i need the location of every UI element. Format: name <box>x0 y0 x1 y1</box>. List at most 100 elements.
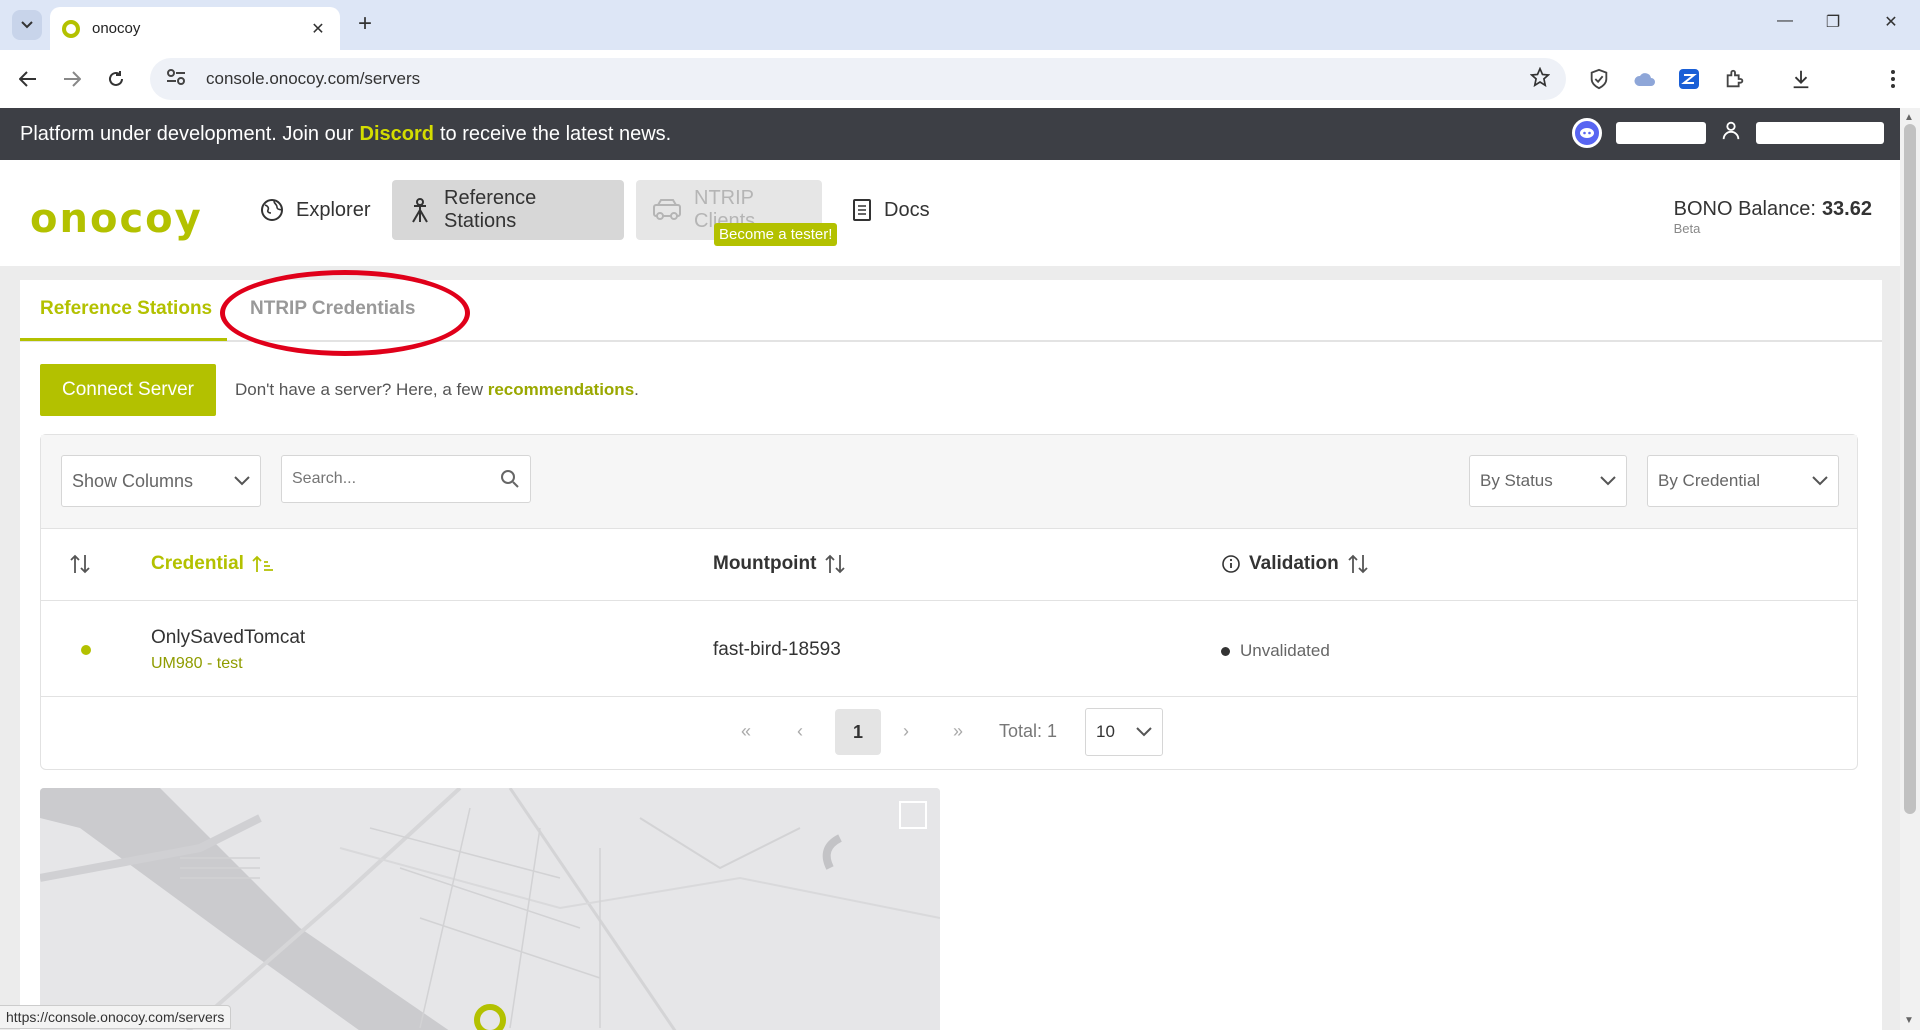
tab-title: onocoy <box>92 20 141 37</box>
browser-tabstrip: onocoy ✕ + — ❐ ✕ <box>0 0 1920 50</box>
search-icon[interactable] <box>500 469 520 489</box>
dev-banner: Platform under development. Join our Dis… <box>0 108 1900 160</box>
discord-avatar-icon[interactable] <box>1572 118 1602 148</box>
column-validation[interactable]: Validation <box>1221 553 1369 575</box>
scroll-down-icon[interactable]: ▼ <box>1904 1015 1914 1026</box>
page-size-value: 10 <box>1096 722 1115 741</box>
tab-reference-stations[interactable]: Reference Stations <box>40 298 212 320</box>
download-icon[interactable] <box>1788 66 1814 92</box>
active-tab-indicator <box>20 338 227 341</box>
banner-text-after: to receive the latest news. <box>439 122 672 145</box>
prev-page-button[interactable]: ‹ <box>797 721 803 742</box>
recommendations-link[interactable]: recommendations <box>488 380 634 399</box>
column-credential[interactable]: Credential <box>151 553 274 575</box>
by-status-label: By Status <box>1480 471 1553 490</box>
show-columns-label: Show Columns <box>72 470 194 491</box>
sort-ascending-icon <box>252 555 273 572</box>
credential-name: OnlySavedTomcat <box>151 627 306 648</box>
by-credential-label: By Credential <box>1658 471 1761 490</box>
by-status-select[interactable]: By Status <box>1469 455 1627 507</box>
cloud-extension-icon[interactable] <box>1632 66 1658 92</box>
pagination: « ‹ 1 › » Total: 1 10 <box>41 697 1857 769</box>
url-text: console.onocoy.com/servers <box>206 69 421 88</box>
show-columns-select[interactable]: Show Columns <box>61 455 261 507</box>
nav-docs-label: Docs <box>884 198 930 221</box>
column-credential-label: Credential <box>151 553 244 574</box>
document-icon <box>852 199 872 221</box>
onocoy-logo[interactable]: onocoy <box>30 196 203 242</box>
chevron-down-icon <box>1812 476 1828 486</box>
nav-reference-stations-label: Reference Stations <box>444 187 537 232</box>
chevron-down-icon <box>21 21 33 29</box>
hint-end: . <box>634 380 639 399</box>
reload-icon <box>109 71 123 86</box>
map-tiles <box>40 788 940 1030</box>
hint-text: Don't have a server? Here, a few <box>235 380 483 399</box>
connect-server-button[interactable]: Connect Server <box>40 364 216 416</box>
blue-extension-icon[interactable] <box>1676 66 1702 92</box>
puzzle-extensions-icon[interactable] <box>1722 66 1748 92</box>
stations-map[interactable] <box>40 788 940 1030</box>
arrow-right-icon <box>64 71 81 87</box>
window-close-icon[interactable]: ✕ <box>1876 12 1906 32</box>
globe-icon <box>260 198 284 222</box>
page: Platform under development. Join our Dis… <box>0 108 1900 1030</box>
page-size-select[interactable]: 10 <box>1085 708 1163 756</box>
restore-icon[interactable]: ❐ <box>1818 12 1848 32</box>
redacted-username <box>1756 122 1884 144</box>
online-status-dot <box>81 645 91 655</box>
back-button[interactable] <box>12 63 44 95</box>
browser-toolbar: console.onocoy.com/servers <box>0 50 1920 108</box>
credential-subtitle: UM980 - test <box>151 655 243 672</box>
chevron-down-icon <box>234 476 250 486</box>
status-sort-icon[interactable] <box>69 553 91 575</box>
info-icon[interactable] <box>1221 554 1241 574</box>
first-page-button[interactable]: « <box>741 721 751 742</box>
minimize-icon[interactable]: — <box>1770 12 1800 30</box>
table-row[interactable]: OnlySavedTomcat UM980 - test fast-bird-1… <box>41 601 1857 697</box>
discord-link[interactable]: Discord <box>360 123 434 146</box>
app-header: onocoy Explorer Reference Stations NTRIP… <box>0 160 1900 266</box>
next-page-button[interactable]: › <box>903 721 909 742</box>
forward-button[interactable] <box>56 63 88 95</box>
validation-status: Unvalidated <box>1221 641 1330 661</box>
vehicle-icon <box>652 198 682 222</box>
servers-table: Show Columns By Status By Credential <box>40 434 1858 770</box>
become-tester-badge[interactable]: Become a tester! <box>714 223 838 246</box>
status-bar-url: https://console.onocoy.com/servers <box>0 1005 232 1029</box>
chevron-down-icon <box>1136 727 1152 737</box>
shield-extension-icon[interactable] <box>1586 66 1612 92</box>
onocoy-favicon-icon <box>62 19 80 38</box>
site-settings-icon[interactable] <box>166 68 190 90</box>
banner-account-area <box>1572 118 1884 148</box>
nav-explorer-label: Explorer <box>296 198 371 221</box>
nav-docs[interactable]: Docs <box>836 180 946 240</box>
search-input[interactable] <box>292 470 500 488</box>
balance-beta-note: Beta <box>1673 221 1701 236</box>
close-icon[interactable]: ✕ <box>308 19 328 39</box>
last-page-button[interactable]: » <box>953 721 963 742</box>
page-1-button[interactable]: 1 <box>835 709 881 755</box>
mountpoint-value: fast-bird-18593 <box>713 639 841 660</box>
column-mountpoint[interactable]: Mountpoint <box>713 553 846 575</box>
column-mountpoint-label: Mountpoint <box>713 553 817 574</box>
search-box[interactable] <box>281 455 531 503</box>
filter-bar: Show Columns By Status By Credential <box>41 435 1857 529</box>
by-credential-select[interactable]: By Credential <box>1647 455 1839 507</box>
bookmark-star-icon[interactable] <box>1529 66 1551 92</box>
validation-dot <box>1221 646 1230 656</box>
tab-search-button[interactable] <box>12 10 42 40</box>
reload-button[interactable] <box>100 63 132 95</box>
new-tab-button[interactable]: + <box>352 12 378 38</box>
page-scrollbar[interactable]: ▲ ▼ <box>1900 108 1920 1030</box>
tab-ntrip-credentials[interactable]: NTRIP Credentials <box>250 298 415 320</box>
banner-text-before: Platform under development. Join our <box>20 122 354 145</box>
nav-reference-stations[interactable]: Reference Stations <box>392 180 624 240</box>
scrollbar-thumb[interactable] <box>1904 124 1916 814</box>
user-icon[interactable] <box>1720 119 1742 147</box>
address-bar[interactable]: console.onocoy.com/servers <box>150 58 1566 100</box>
scroll-up-icon[interactable]: ▲ <box>1904 112 1914 123</box>
nav-explorer[interactable]: Explorer <box>244 180 386 240</box>
browser-tab[interactable]: onocoy ✕ <box>50 7 340 50</box>
more-menu-icon[interactable] <box>1880 66 1906 92</box>
